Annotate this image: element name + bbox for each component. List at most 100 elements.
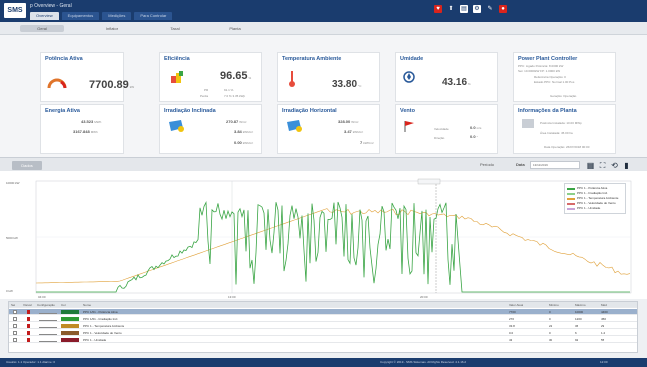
- visibility-marker[interactable]: [27, 324, 30, 328]
- card-vento: Vento Velocidade 0.0m/s Direção 0.0°: [395, 104, 498, 154]
- irr-inc-unit-2: kWh/m²: [242, 130, 254, 134]
- user-icon[interactable]: ⬆: [447, 5, 455, 13]
- solar-panel-icon: [169, 120, 184, 132]
- max-value: 10000: [575, 310, 584, 314]
- settings-icon[interactable]: ⚙: [473, 5, 481, 13]
- series-name: PPC 1 - Temperatura Ambiente: [83, 324, 125, 328]
- card-title: Umidade: [400, 56, 424, 62]
- history-icon[interactable]: ⟲: [610, 161, 619, 170]
- irr-hor-value-3: 7: [360, 140, 363, 145]
- legend-item[interactable]: PPC 1 - Umidade: [567, 206, 623, 211]
- current-value: 33.8: [509, 324, 515, 328]
- card-info-planta: Informações da Planta Potência Instalada…: [513, 104, 616, 154]
- vento-unit-1: m/s: [476, 126, 482, 130]
- nav-tab-equipamentos[interactable]: Equipamentos: [61, 12, 100, 20]
- umidade-unit: %: [468, 82, 471, 86]
- irr-hor-value-2: 3.47: [344, 129, 352, 134]
- legend-swatch: [567, 192, 575, 195]
- chart-plot[interactable]: 10000 kW 5000 kW 0 kW 04:00 13:00 20:00: [0, 171, 647, 299]
- card-irradiacao-inclinada: Irradiação Inclinada 270.87W/m² 3.84kWh/…: [159, 104, 262, 154]
- row-checkbox[interactable]: [13, 317, 17, 321]
- visibility-marker[interactable]: [27, 331, 30, 335]
- series-name: PPC 1/01 - Potência Ativa: [83, 310, 118, 314]
- table-row[interactable]: PPC 1 - Temperatura Ambiente 33.8 22 36 29: [9, 323, 637, 329]
- export-icon[interactable]: ▮: [622, 161, 631, 170]
- efficiency-icon: [171, 71, 183, 83]
- alarm-icon[interactable]: ♥: [434, 5, 442, 13]
- card-energia: Energia Ativa 43.523MWh 3167.848MWh: [40, 104, 124, 154]
- line-config[interactable]: [39, 338, 57, 342]
- vento-unit-2: °: [476, 135, 478, 139]
- fullscreen-icon[interactable]: ⛶: [598, 161, 607, 170]
- card-title: Informações da Planta: [518, 108, 577, 114]
- potencia-unit: kW: [129, 85, 135, 89]
- color-swatch[interactable]: [61, 324, 79, 328]
- dashboard: Potência Ativa 7700.89kW Eficiência 96.6…: [0, 35, 647, 157]
- color-swatch[interactable]: [61, 331, 79, 335]
- row-checkbox[interactable]: [13, 310, 17, 314]
- row-checkbox[interactable]: [13, 338, 17, 342]
- info-row: Área Instalada: 45.00 ha: [540, 131, 573, 135]
- max-value: 92: [575, 338, 579, 342]
- subtab-geral[interactable]: Geral: [20, 25, 64, 32]
- avg-value: 4460: [601, 310, 608, 314]
- nav-tabs: Overview Equipamentos Medições Para Cont…: [30, 12, 173, 20]
- notes-icon[interactable]: ▤: [460, 5, 468, 13]
- subtab-inflator[interactable]: Inflator: [92, 25, 132, 32]
- color-swatch[interactable]: [61, 338, 79, 342]
- ppc-row: Referência Operação: 0: [534, 75, 566, 79]
- legend-swatch: [567, 207, 575, 210]
- row-checkbox[interactable]: [13, 324, 17, 328]
- table-row[interactable]: PPC 1 - Umidade 43 30 92 55: [9, 337, 637, 343]
- irr-hor-unit-2: kWh/m²: [352, 130, 364, 134]
- visibility-marker[interactable]: [27, 310, 30, 314]
- calendar-icon[interactable]: ▦: [586, 161, 595, 170]
- subtab-taxal[interactable]: Taxal: [160, 25, 190, 32]
- card-title: Temperatura Ambiente: [282, 56, 342, 62]
- table-row[interactable]: PPC 1/01 - Potência Ativa 7700 0 10000 4460: [9, 309, 637, 315]
- series-name: PPC 1/01 - Irradiação Incl.: [83, 317, 119, 321]
- card-eficiencia: Eficiência 96.65% PR 91.1 % Perda 7.0 % …: [159, 52, 262, 102]
- status-bar: Usuário: 1.1 Operador: 1.1 Alarme: 0 Cop…: [0, 358, 647, 367]
- line-config[interactable]: [39, 324, 57, 328]
- trend-chart[interactable]: 10000 kW 5000 kW 0 kW 04:00 13:00 20:00 …: [0, 171, 647, 299]
- irr-inc-unit-3: kWh/m²: [242, 141, 254, 145]
- vento-label-2: Direção: [434, 136, 445, 140]
- table-row[interactable]: PPC 1 - Velocidade do Vento 0.0 0 6 1.2: [9, 330, 637, 336]
- color-swatch[interactable]: [61, 317, 79, 321]
- energia-value-2: 3167.848: [73, 129, 90, 134]
- edit-icon[interactable]: ✎: [486, 5, 494, 13]
- col-header: Configuração: [37, 303, 55, 307]
- nav-tab-overview[interactable]: Overview: [30, 12, 59, 20]
- row-checkbox[interactable]: [13, 331, 17, 335]
- line-config[interactable]: [39, 317, 57, 321]
- max-value: 6: [575, 331, 577, 335]
- visibility-marker[interactable]: [27, 338, 30, 342]
- date-input[interactable]: 13/11/2019: [530, 161, 580, 169]
- ppc-footer: Geração: Operação: [550, 94, 577, 98]
- current-value: 0.0: [509, 331, 514, 335]
- subtab-planta[interactable]: Planta: [220, 25, 250, 32]
- table-row[interactable]: PPC 1/01 - Irradiação Incl. 270 0 1200 450: [9, 316, 637, 322]
- nav-tab-controlar[interactable]: Para Controlar: [134, 12, 173, 20]
- energia-value-1: 43.523: [81, 119, 94, 124]
- max-value: 36: [575, 324, 579, 328]
- irr-inc-value-3: 0.00: [234, 140, 242, 145]
- visibility-marker[interactable]: [27, 317, 30, 321]
- sub-tabs: Geral Inflator Taxal Planta: [0, 22, 647, 35]
- ppc-row: PPC: Ligado Potência: 8.0000 kW: [518, 64, 564, 68]
- perda-label: Perda: [200, 94, 209, 98]
- irr-inc-value-1: 270.87: [226, 119, 239, 124]
- card-title: Potência Ativa: [45, 56, 83, 62]
- color-swatch[interactable]: [61, 310, 79, 314]
- data-button[interactable]: Dados: [12, 161, 42, 170]
- col-header: Mínimo: [549, 303, 559, 307]
- nav-tab-medicoes[interactable]: Medições: [102, 12, 132, 20]
- potencia-value: 7700.89: [89, 79, 129, 91]
- current-value: 7700: [509, 310, 516, 314]
- col-header: Valor Atual: [509, 303, 524, 307]
- series-name: PPC 1 - Umidade: [83, 338, 107, 342]
- close-icon[interactable]: ●: [499, 5, 507, 13]
- line-config[interactable]: [39, 310, 57, 314]
- line-config[interactable]: [39, 331, 57, 335]
